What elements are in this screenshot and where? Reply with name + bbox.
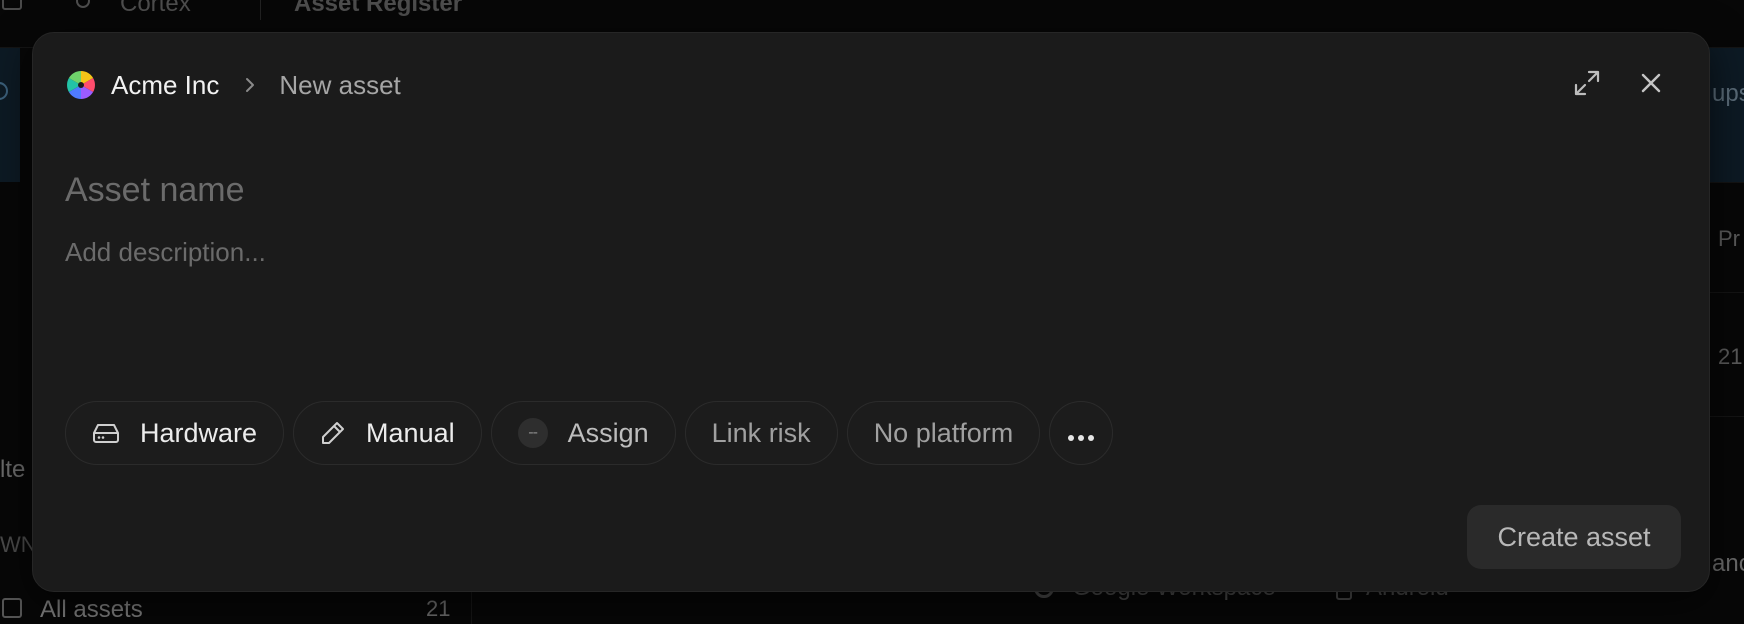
hard-drive-icon bbox=[92, 422, 120, 444]
column-header: Pr bbox=[1718, 226, 1740, 251]
workspace-logo-icon bbox=[65, 69, 97, 101]
asset-type-label: Hardware bbox=[140, 417, 258, 448]
breadcrumb-workspace[interactable]: Acme Inc bbox=[111, 70, 219, 101]
cortex-icon bbox=[76, 0, 90, 8]
more-options-button[interactable] bbox=[1049, 401, 1114, 465]
box-icon bbox=[2, 598, 22, 618]
platform-chip[interactable]: No platform bbox=[846, 401, 1041, 465]
sidebar-item-all-assets[interactable]: All assets bbox=[40, 596, 143, 624]
description-input[interactable] bbox=[65, 237, 1665, 357]
topbar-divider bbox=[260, 0, 261, 20]
breadcrumb-current: New asset bbox=[279, 69, 401, 100]
property-chips: Hardware Manual -- Assign Link risk No p… bbox=[65, 401, 1114, 465]
source-label: Manual bbox=[366, 417, 455, 448]
column-count: 21 bbox=[1718, 344, 1743, 369]
asset-name-input[interactable] bbox=[65, 165, 1665, 215]
more-horizontal-icon bbox=[1067, 418, 1095, 449]
link-risk-chip[interactable]: Link risk bbox=[684, 401, 838, 465]
close-button[interactable] bbox=[1633, 67, 1669, 103]
sidebar-active-item[interactable] bbox=[0, 48, 20, 182]
assignee-placeholder: -- bbox=[517, 418, 548, 448]
sidebar-toggle-icon[interactable] bbox=[2, 0, 22, 10]
asset-type-chip[interactable]: Hardware bbox=[65, 401, 285, 465]
expand-button[interactable] bbox=[1569, 67, 1605, 103]
platform-label: No platform bbox=[873, 417, 1014, 448]
assignee-avatar-icon: -- bbox=[517, 418, 548, 448]
section-title: Asset Register bbox=[294, 0, 463, 17]
expand-icon bbox=[1572, 68, 1602, 103]
assign-label: Assign bbox=[567, 417, 649, 448]
main-header-highlight bbox=[1708, 48, 1744, 182]
all-assets-count: 21 bbox=[426, 596, 451, 621]
source-chip[interactable]: Manual bbox=[293, 401, 482, 465]
breadcrumb: Acme Inc New asset bbox=[65, 67, 401, 103]
assign-chip[interactable]: -- Assign bbox=[490, 401, 676, 465]
create-asset-button[interactable]: Create asset bbox=[1467, 505, 1681, 569]
close-icon bbox=[1639, 71, 1663, 100]
row-text: anc bbox=[1712, 550, 1744, 577]
groups-label[interactable]: ups bbox=[1712, 80, 1744, 108]
pencil-icon bbox=[320, 420, 346, 446]
app-name[interactable]: Cortex bbox=[120, 0, 191, 18]
chevron-right-icon bbox=[243, 76, 257, 94]
sidebar-filter-label: lte bbox=[0, 456, 26, 483]
new-asset-modal: Acme Inc New asset Asset name Add descri… bbox=[32, 32, 1710, 592]
link-risk-label: Link risk bbox=[711, 417, 811, 448]
